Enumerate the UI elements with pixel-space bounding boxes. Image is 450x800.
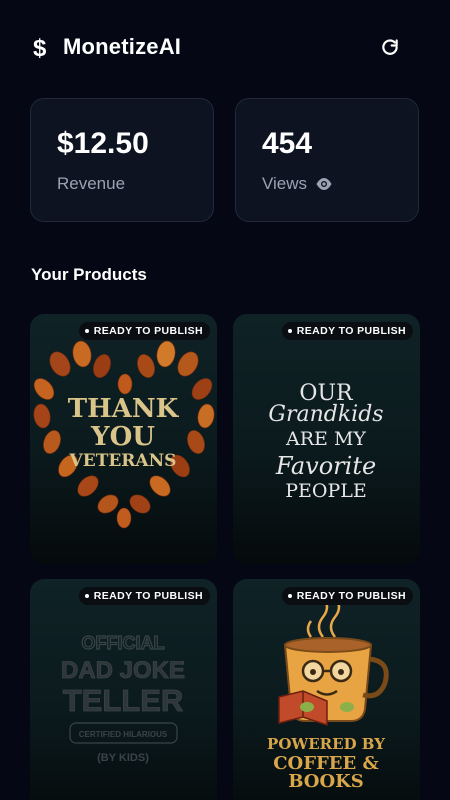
art-line: DAD JOKE xyxy=(61,657,185,684)
views-card: 454 Views xyxy=(235,98,419,222)
views-value: 454 xyxy=(262,127,313,160)
refresh-icon xyxy=(382,39,398,55)
status-badge: READY TO PUBLISH xyxy=(78,322,210,340)
dollar-sign-icon: $ xyxy=(33,35,47,62)
product-artwork: THANK YOU VETERANS xyxy=(33,340,215,529)
product-artwork: OFFICIAL DAD JOKE TELLER CERTIFIED HILAR… xyxy=(61,632,186,764)
status-dot-icon xyxy=(84,329,89,333)
art-line: (BY KIDS) xyxy=(97,752,149,764)
status-label: READY TO PUBLISH xyxy=(93,325,203,337)
status-label: READY TO PUBLISH xyxy=(93,590,203,602)
art-line: Grandkids xyxy=(268,402,383,427)
art-line: TELLER xyxy=(63,683,184,718)
art-line: CERTIFIED HILARIOUS xyxy=(79,730,168,739)
art-line: PEOPLE xyxy=(285,480,367,502)
art-line: ARE MY xyxy=(285,428,366,450)
product-card[interactable]: POWERED BY COFFEE & BOOKS READY TO PUBLI… xyxy=(233,579,420,800)
art-line: Favorite xyxy=(275,452,376,480)
product-card[interactable]: OUR Grandkids ARE MY Favorite PEOPLE REA… xyxy=(233,314,420,564)
product-card[interactable]: OFFICIAL DAD JOKE TELLER CERTIFIED HILAR… xyxy=(30,579,217,800)
revenue-card: $12.50 Revenue xyxy=(30,98,214,222)
eye-icon xyxy=(316,178,332,190)
status-badge: READY TO PUBLISH xyxy=(281,322,413,340)
status-label: READY TO PUBLISH xyxy=(296,590,406,602)
revenue-value: $12.50 xyxy=(57,127,149,160)
products-section-title: Your Products xyxy=(31,265,147,284)
art-line: POWERED BY xyxy=(267,735,385,753)
status-dot-icon xyxy=(287,329,292,333)
status-badge: READY TO PUBLISH xyxy=(78,587,210,605)
views-label-row: Views xyxy=(262,174,333,194)
views-label: Views xyxy=(262,174,308,193)
art-line: OFFICIAL xyxy=(82,633,165,653)
refresh-button[interactable] xyxy=(376,34,404,62)
art-line: THANK xyxy=(68,394,180,424)
status-dot-icon xyxy=(84,594,89,598)
status-dot-icon xyxy=(287,594,292,598)
art-line: YOU xyxy=(90,422,155,452)
revenue-label: Revenue xyxy=(57,174,126,193)
product-artwork: POWERED BY COFFEE & BOOKS xyxy=(267,596,389,792)
art-line: VETERANS xyxy=(69,451,177,471)
art-line: BOOKS xyxy=(288,771,364,792)
coffee-cup-reading-icon xyxy=(278,596,389,727)
app-header: $ MonetizeAI xyxy=(0,0,450,96)
product-artwork: OUR Grandkids ARE MY Favorite PEOPLE xyxy=(268,381,383,502)
app-title: MonetizeAI xyxy=(63,34,182,59)
revenue-label-row: Revenue xyxy=(57,174,125,194)
product-card[interactable]: THANK YOU VETERANS READY TO PUBLISH xyxy=(30,314,217,564)
status-badge: READY TO PUBLISH xyxy=(281,587,413,605)
status-label: READY TO PUBLISH xyxy=(296,325,406,337)
